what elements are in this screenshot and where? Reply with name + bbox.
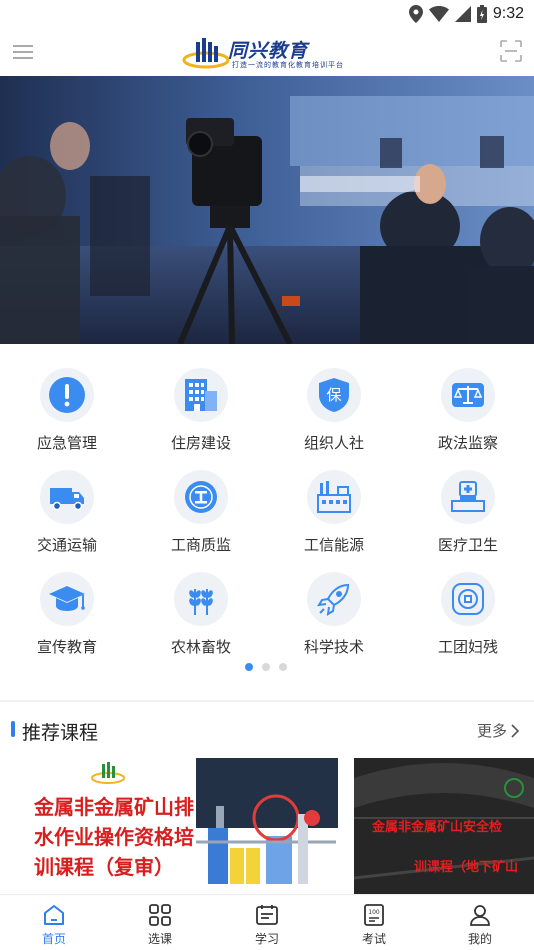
category-label: 工团妇残	[437, 638, 498, 656]
tab-courses[interactable]: 选课	[120, 895, 200, 950]
category-item[interactable]: 宣传教育	[12, 572, 122, 664]
category-page-dot[interactable]	[262, 663, 270, 671]
logo-slogan: 打造一流的教育化教育培训平台	[232, 61, 344, 69]
banner-carousel[interactable]	[0, 76, 534, 344]
tab-label: 我的	[467, 932, 492, 946]
tab-study[interactable]: 学习	[227, 895, 307, 950]
status-time: 9:32	[492, 5, 524, 22]
svg-text:保: 保	[326, 386, 341, 404]
category-item[interactable]: 农林畜牧	[146, 572, 256, 664]
course-card[interactable]: 金属非金属矿山安全检 训课程（地下矿山	[354, 758, 534, 894]
category-item[interactable]: 政法监察	[413, 368, 523, 460]
tab-exam[interactable]: 100 考试	[334, 895, 414, 950]
app-header: 同兴教育 打造一流的教育化教育培训平台	[0, 28, 534, 76]
category-label: 工商质监	[170, 536, 231, 554]
category-item[interactable]: 工团妇残	[413, 572, 523, 664]
rocket-icon	[317, 583, 350, 616]
signal-icon	[454, 6, 471, 22]
study-icon	[256, 905, 278, 925]
banner-image	[0, 76, 534, 344]
category-item[interactable]: 住房建设	[146, 368, 256, 460]
section-marker	[11, 721, 15, 737]
warning-icon	[49, 377, 85, 413]
tab-label: 首页	[41, 932, 66, 946]
graduation-cap-icon	[49, 586, 85, 611]
section-title: 推荐课程	[22, 722, 99, 744]
brand-logo: 同兴教育 打造一流的教育化教育培训平台	[182, 34, 362, 74]
course-title: 金属非金属矿山排水作业操作资格培训课程（复审）	[34, 795, 194, 879]
category-label: 住房建设	[170, 434, 231, 452]
building-icon	[185, 379, 217, 411]
category-item[interactable]: 工信能源	[279, 470, 389, 562]
category-item[interactable]: 科学技术	[279, 572, 389, 664]
course-title-line2: 训课程（地下矿山	[414, 860, 519, 875]
category-item[interactable]: 医疗卫生	[413, 470, 523, 562]
category-item[interactable]: 工商质监	[146, 470, 256, 562]
wifi-icon	[428, 6, 449, 22]
wheat-icon	[189, 589, 213, 615]
more-label: 更多	[476, 722, 507, 740]
category-label: 应急管理	[36, 434, 97, 452]
course-title-line1: 金属非金属矿山安全检	[372, 820, 503, 835]
logo-name: 同兴教育	[228, 40, 309, 62]
category-label: 科学技术	[303, 638, 364, 656]
truck-icon	[50, 488, 84, 511]
category-pagination	[245, 663, 287, 671]
category-label: 宣传教育	[36, 638, 97, 656]
shield-bao-icon: 保	[319, 378, 349, 412]
tab-label: 学习	[254, 932, 279, 946]
category-page-dot-active[interactable]	[245, 663, 253, 671]
category-label: 交通运输	[36, 536, 97, 554]
category-item[interactable]: 保 组织人社	[279, 368, 389, 460]
factory-icon	[317, 481, 351, 513]
user-icon	[470, 905, 490, 926]
svg-text:100: 100	[368, 909, 380, 916]
grid-icon	[149, 904, 171, 926]
tab-home[interactable]: 首页	[14, 895, 94, 950]
category-label: 农林畜牧	[170, 638, 231, 656]
logo-emblem-icon	[182, 38, 230, 69]
scales-icon	[452, 383, 484, 407]
union-badge-icon	[452, 583, 484, 615]
category-label: 医疗卫生	[437, 536, 498, 554]
category-page-dot[interactable]	[279, 663, 287, 671]
category-item[interactable]: 交通运输	[12, 470, 122, 562]
bottom-tab-bar: 首页 选课 学习 100 考试 我的	[0, 894, 534, 950]
home-icon	[44, 905, 64, 925]
badge-icon	[185, 481, 217, 513]
more-link[interactable]: 更多	[477, 720, 520, 741]
section-divider	[0, 700, 534, 702]
status-bar: 9:32	[0, 0, 534, 28]
tab-profile[interactable]: 我的	[440, 895, 520, 950]
course-card[interactable]: 金属非金属矿山排水作业操作资格培训课程（复审）	[16, 758, 338, 894]
category-label: 组织人社	[303, 434, 364, 452]
menu-icon[interactable]	[13, 42, 33, 62]
location-icon	[408, 5, 423, 23]
scan-icon[interactable]	[500, 40, 522, 62]
tab-label: 考试	[361, 932, 386, 946]
category-label: 政法监察	[437, 434, 498, 452]
chevron-right-icon	[511, 723, 520, 738]
tab-label: 选课	[147, 932, 172, 946]
category-label: 工信能源	[303, 536, 364, 554]
exam-icon: 100	[364, 904, 384, 926]
battery-icon	[476, 5, 487, 23]
category-item[interactable]: 应急管理	[12, 368, 122, 460]
medical-icon	[451, 481, 485, 512]
